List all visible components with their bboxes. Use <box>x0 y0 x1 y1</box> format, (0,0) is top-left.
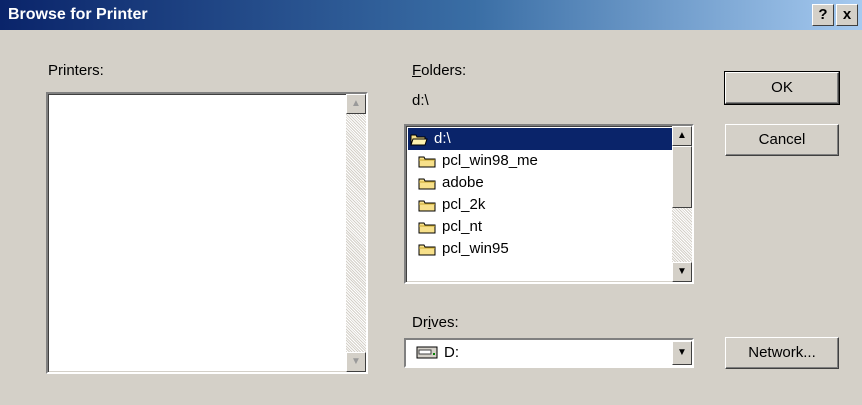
open-folder-icon <box>410 132 428 146</box>
folder-name: adobe <box>442 174 484 191</box>
folder-icon <box>418 154 436 168</box>
folder-item[interactable]: pcl_win98_me <box>418 150 544 172</box>
printers-label: Printers: <box>48 62 104 79</box>
window-title: Browse for Printer <box>8 6 148 23</box>
folder-icon <box>418 242 436 256</box>
folder-icon <box>418 198 436 212</box>
folder-item[interactable]: pcl_nt <box>418 216 488 238</box>
folder-item[interactable]: d:\ <box>408 128 672 150</box>
folder-item[interactable]: pcl_win95 <box>418 238 515 260</box>
scroll-up-arrow-icon[interactable]: ▲ <box>346 94 366 114</box>
folders-list[interactable]: d:\ pcl_win98_meadobe pcl_2k pcl_nt pcl_win9… <box>404 124 694 284</box>
folder-item[interactable]: adobe <box>418 172 490 194</box>
folder-name: pcl_win98_me <box>442 152 538 169</box>
dropdown-arrow-icon[interactable]: ▼ <box>672 341 692 365</box>
close-button[interactable]: x <box>836 4 858 26</box>
network-button[interactable]: Network... <box>725 337 839 369</box>
drive-icon <box>416 345 438 363</box>
scroll-down-arrow-icon[interactable]: ▼ <box>672 262 692 282</box>
folder-icon <box>418 176 436 190</box>
folder-name: pcl_nt <box>442 218 483 235</box>
title-bar[interactable]: Browse for Printer ? x <box>0 0 862 30</box>
scroll-down-arrow-icon[interactable]: ▼ <box>346 352 366 372</box>
drives-label: Drives: <box>412 314 459 331</box>
folder-name: pcl_win95 <box>442 240 509 257</box>
scroll-up-arrow-icon[interactable]: ▲ <box>672 126 692 146</box>
scroll-thumb[interactable] <box>672 146 692 208</box>
drives-combobox[interactable]: D: ▼ <box>404 338 694 368</box>
folder-name: pcl_2k <box>442 196 486 213</box>
printers-list[interactable]: ▲ ▼ <box>46 92 368 374</box>
drive-value: D: <box>444 344 459 361</box>
ok-button[interactable]: OK <box>724 71 840 105</box>
help-button[interactable]: ? <box>812 4 834 26</box>
folders-label: Folders: <box>412 62 467 79</box>
cancel-button[interactable]: Cancel <box>725 124 839 156</box>
folder-icon <box>418 220 436 234</box>
folders-scrollbar[interactable]: ▲ ▼ <box>672 126 692 282</box>
current-path: d:\ <box>412 92 429 109</box>
folder-name: d:\ <box>434 130 451 147</box>
folder-item[interactable]: pcl_2k <box>418 194 491 216</box>
printers-scrollbar[interactable]: ▲ ▼ <box>346 94 366 372</box>
